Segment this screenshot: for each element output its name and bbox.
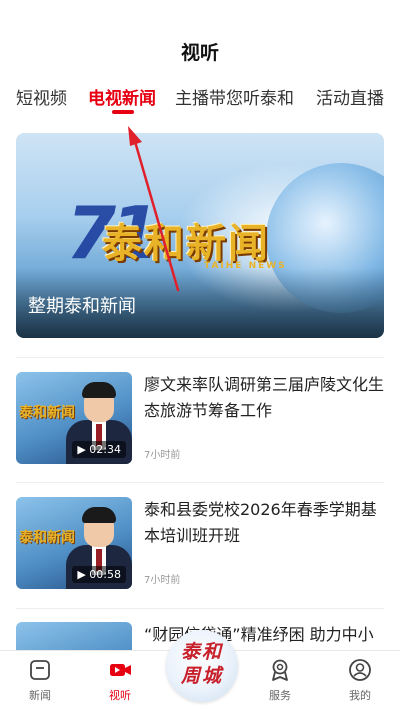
nav-video[interactable]: 视听 xyxy=(90,657,150,703)
tab-live-events[interactable]: 活动直播 xyxy=(316,84,384,109)
nav-profile-label: 我的 xyxy=(349,689,371,702)
user-icon xyxy=(349,659,371,681)
video-duration: ▶ 02:34 xyxy=(72,441,126,458)
news-thumbnail[interactable]: 泰和新闻 ▶ 00:58 xyxy=(16,497,132,589)
center-badge-button[interactable]: 泰和 周城 xyxy=(166,630,238,702)
video-icon xyxy=(110,664,131,676)
duration-text: 02:34 xyxy=(89,443,121,456)
nav-service-label: 服务 xyxy=(269,689,291,702)
divider xyxy=(16,482,384,483)
active-tab-indicator xyxy=(112,110,134,114)
play-icon: ▶ xyxy=(77,568,86,581)
thumb-logo: 泰和新闻 xyxy=(19,405,75,421)
tab-short-video[interactable]: 短视频 xyxy=(16,84,67,109)
duration-text: 00:58 xyxy=(89,568,121,581)
news-thumbnail[interactable]: 泰和新闻 ▶ 02:34 xyxy=(16,372,132,464)
tab-tv-news[interactable]: 电视新闻 xyxy=(88,84,156,109)
anchor-hair xyxy=(82,382,116,398)
nav-news-label: 新闻 xyxy=(29,689,51,702)
service-icon xyxy=(272,659,288,681)
news-title[interactable]: 廖文来率队调研第三届庐陵文化生态旅游节筹备工作 xyxy=(144,372,384,424)
divider xyxy=(16,357,384,358)
hero-caption: 整期泰和新闻 xyxy=(28,296,136,317)
news-icon xyxy=(30,660,50,680)
tab-bar: 短视频 电视新闻 主播带您听泰和 活动直播 xyxy=(0,84,400,124)
center-badge-line1: 泰和 xyxy=(180,641,223,663)
nav-news[interactable]: 新闻 xyxy=(10,657,70,703)
news-item[interactable]: 泰和新闻 ▶ 02:34 廖文来率队调研第三届庐陵文化生态旅游节筹备工作 7小时… xyxy=(16,372,384,468)
tab-anchor-taihe[interactable]: 主播带您听泰和 xyxy=(175,84,294,109)
page-title: 视听 xyxy=(180,42,219,64)
play-icon: ▶ xyxy=(77,443,86,456)
news-item[interactable]: 泰和新闻 ▶ 00:58 泰和县委党校2026年春季学期基本培训班开班 7小时前 xyxy=(16,497,384,593)
news-thumbnail[interactable] xyxy=(16,622,132,650)
video-duration: ▶ 00:58 xyxy=(72,566,126,583)
center-badge-line2: 周城 xyxy=(180,665,223,687)
center-badge-logo: 泰和 周城 xyxy=(166,640,238,688)
news-title[interactable]: 泰和县委党校2026年春季学期基本培训班开班 xyxy=(144,497,384,549)
hero-video-card[interactable]: 71 泰和新闻 TAIHE NEWS 整期泰和新闻 xyxy=(16,133,384,338)
anchor-hair xyxy=(82,507,116,523)
nav-video-label: 视听 xyxy=(109,689,131,702)
nav-profile[interactable]: 我的 xyxy=(330,657,390,703)
header: 视听 xyxy=(0,0,400,76)
news-time: 7小时前 xyxy=(144,575,181,586)
thumb-logo: 泰和新闻 xyxy=(19,530,75,546)
nav-service[interactable]: 服务 xyxy=(250,657,310,703)
news-time: 7小时前 xyxy=(144,450,181,461)
divider xyxy=(16,608,384,609)
